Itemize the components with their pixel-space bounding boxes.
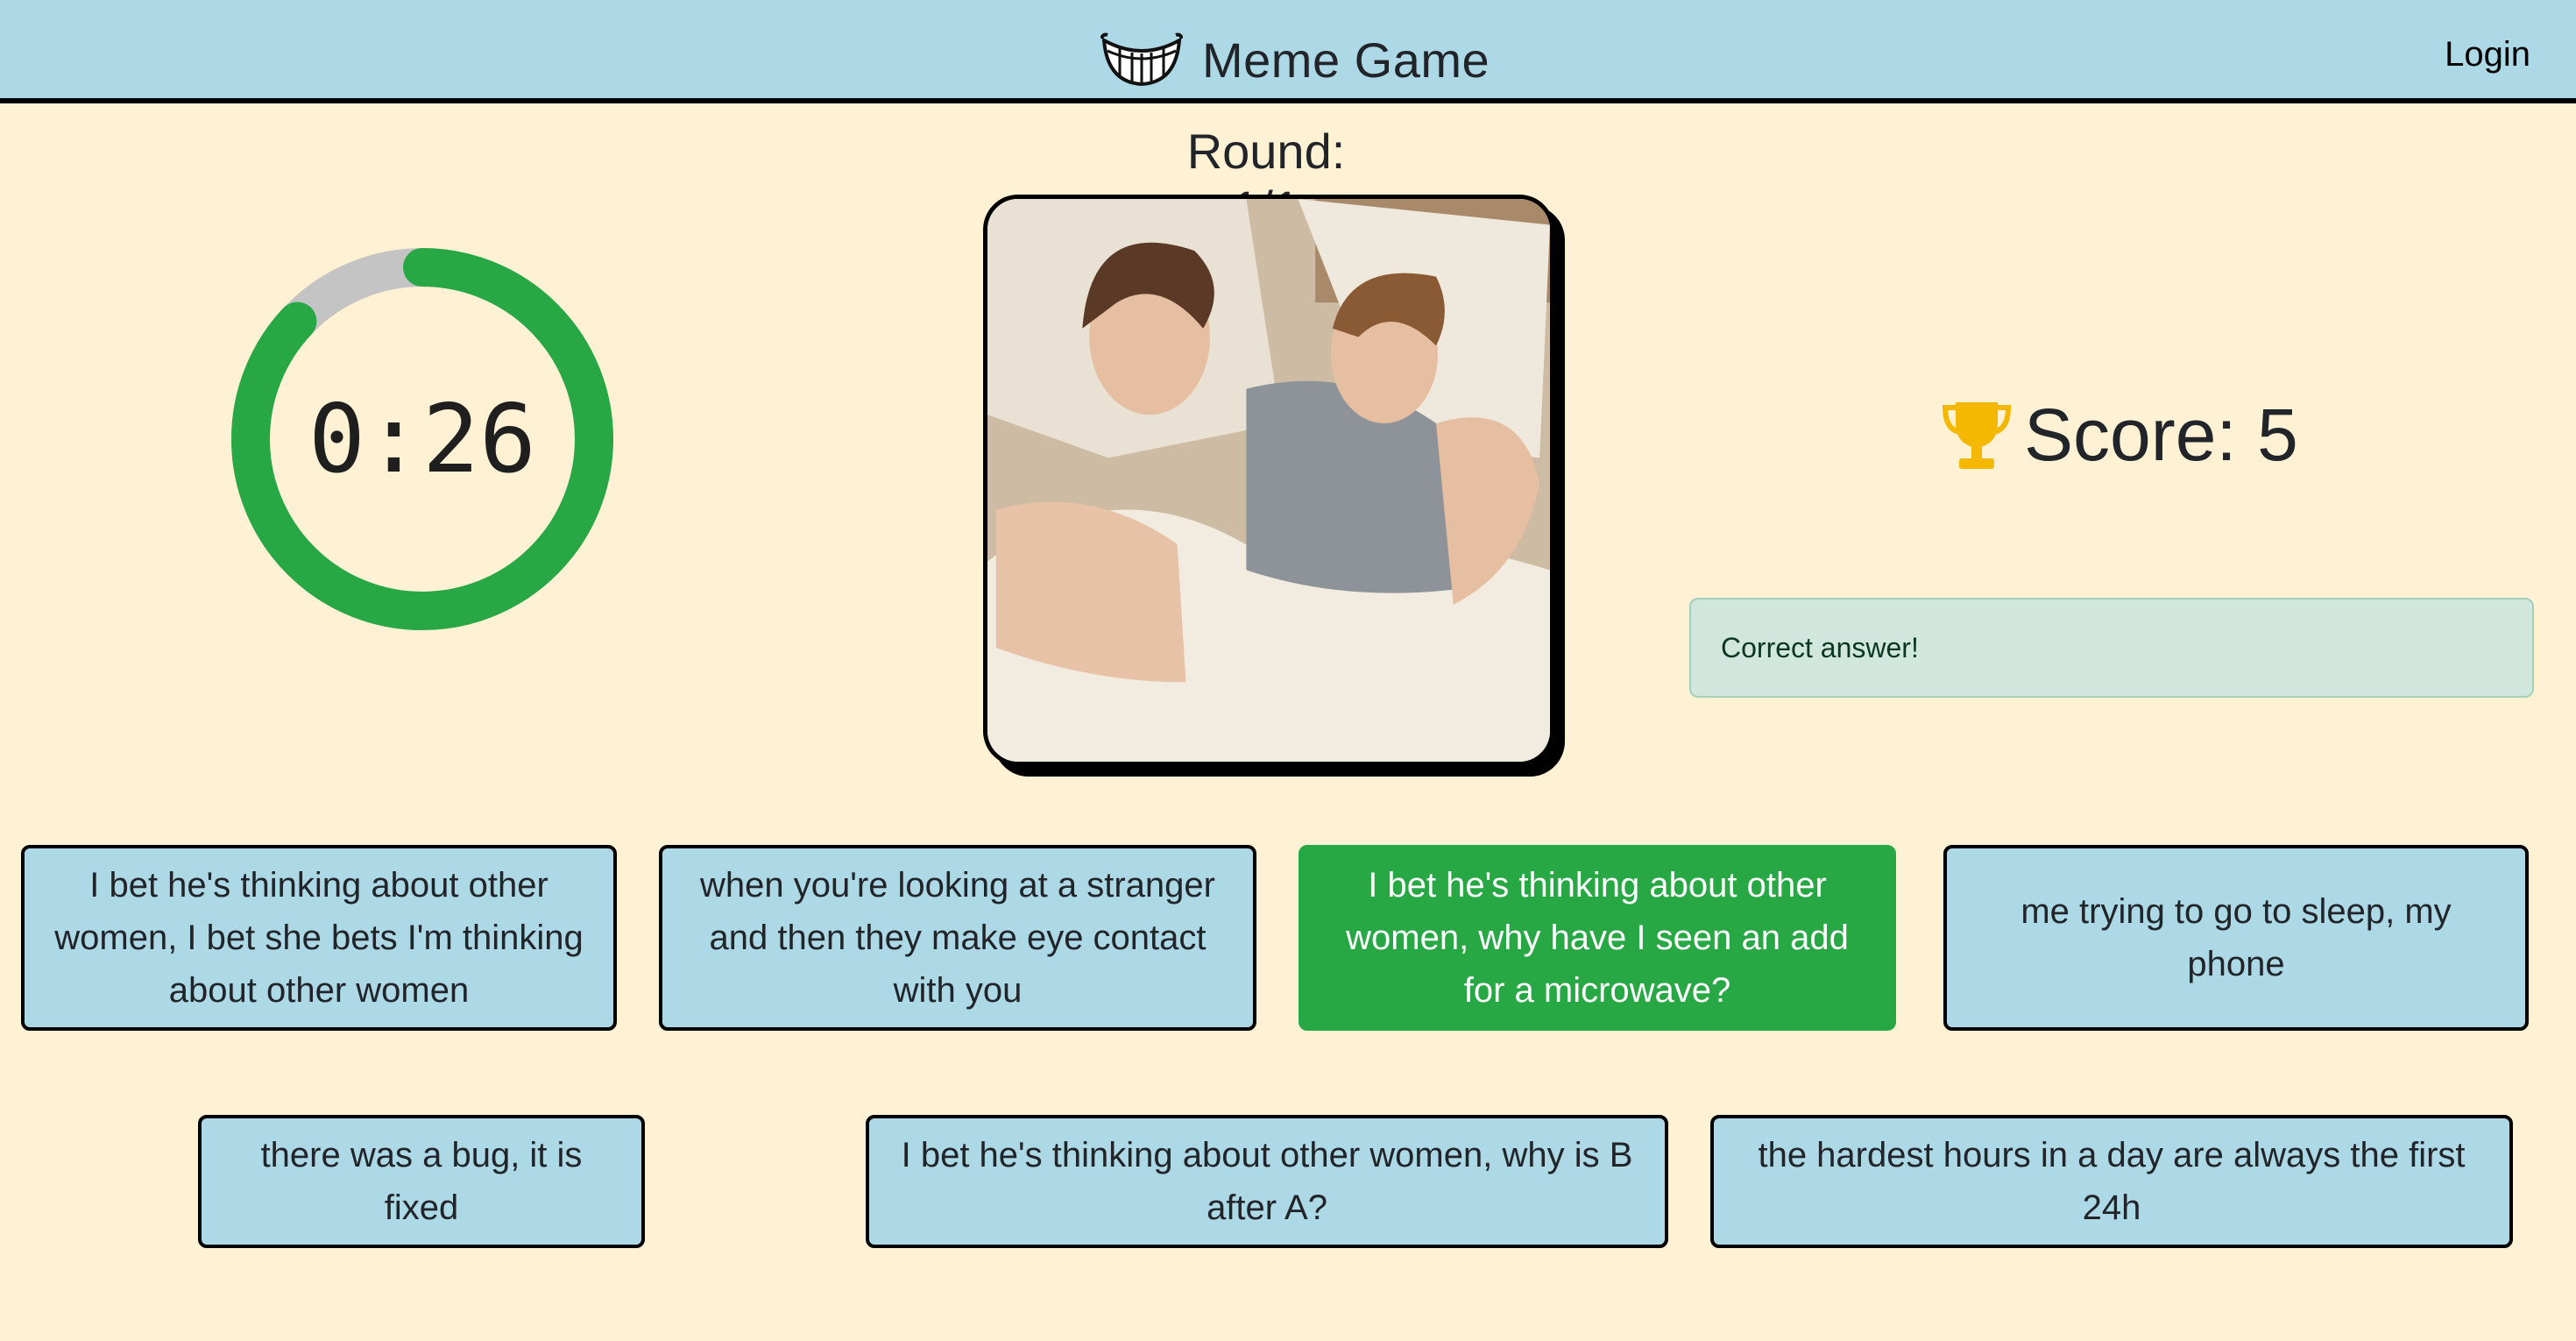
caption-option-4[interactable]: me trying to go to sleep, my phone bbox=[1943, 845, 2529, 1031]
caption-option-3[interactable]: I bet he's thinking about other women, w… bbox=[1299, 845, 1896, 1031]
score-value: Score: 5 bbox=[2024, 394, 2298, 476]
trophy-icon bbox=[1942, 401, 2012, 469]
caption-option-2[interactable]: when you're looking at a stranger and th… bbox=[659, 845, 1256, 1031]
caption-option-1[interactable]: I bet he's thinking about other women, I… bbox=[21, 845, 617, 1031]
timer-value: 0:26 bbox=[308, 384, 537, 494]
grin-icon bbox=[1100, 32, 1183, 87]
countdown-timer: 0:26 bbox=[231, 248, 613, 630]
score-display: Score: 5 bbox=[1942, 393, 2298, 478]
caption-option-7[interactable]: the hardest hours in a day are always th… bbox=[1710, 1115, 2513, 1248]
result-alert: Correct answer! bbox=[1689, 598, 2534, 698]
navbar: Meme Game Login bbox=[0, 0, 2576, 103]
brand[interactable]: Meme Game bbox=[1100, 25, 1490, 95]
meme-illustration bbox=[987, 199, 1550, 762]
login-link[interactable]: Login bbox=[2445, 35, 2530, 74]
caption-option-5[interactable]: there was a bug, it is fixed bbox=[198, 1115, 645, 1248]
meme-image bbox=[983, 195, 1554, 766]
caption-option-6[interactable]: I bet he's thinking about other women, w… bbox=[866, 1115, 1668, 1248]
app-title: Meme Game bbox=[1202, 32, 1490, 88]
